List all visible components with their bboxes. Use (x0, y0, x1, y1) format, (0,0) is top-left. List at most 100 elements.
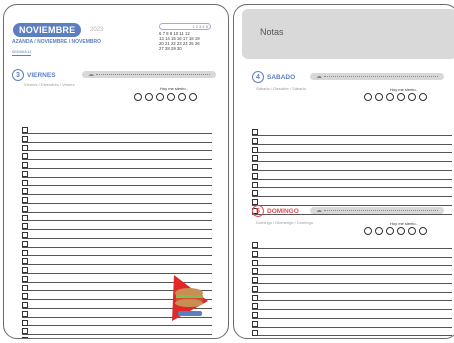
task-row[interactable] (22, 151, 212, 160)
task-checkbox[interactable] (22, 258, 28, 265)
task-row[interactable] (22, 169, 212, 178)
task-row[interactable] (252, 301, 452, 310)
weather-bar[interactable]: ☁ (310, 73, 444, 80)
task-checkbox[interactable] (22, 275, 28, 282)
task-checkbox[interactable] (22, 293, 28, 300)
task-row[interactable] (22, 221, 212, 230)
mood-happy-icon[interactable] (156, 93, 164, 101)
task-checkbox[interactable] (252, 320, 258, 327)
task-checkbox[interactable] (22, 197, 28, 203)
mood-worried-icon[interactable] (408, 227, 416, 235)
mood-worried-icon[interactable] (178, 93, 186, 101)
task-checkbox[interactable] (252, 129, 258, 135)
mood-angry-icon[interactable] (419, 93, 427, 101)
task-checkbox[interactable] (252, 137, 258, 144)
mood-neutral-icon[interactable] (397, 227, 405, 235)
task-row[interactable] (22, 204, 212, 213)
weather-bar[interactable]: ☁ (82, 71, 216, 78)
task-checkbox[interactable] (22, 240, 28, 247)
task-checkbox[interactable] (22, 328, 28, 335)
task-checkbox[interactable] (22, 162, 28, 168)
task-row[interactable] (252, 319, 452, 328)
task-checkbox[interactable] (22, 205, 28, 212)
task-checkbox[interactable] (252, 294, 258, 301)
task-checkbox[interactable] (252, 172, 258, 179)
task-row[interactable] (252, 275, 452, 284)
task-row[interactable] (22, 178, 212, 187)
task-row[interactable] (252, 249, 452, 258)
mood-neutral-icon[interactable] (397, 93, 405, 101)
task-row[interactable] (22, 230, 212, 239)
task-row[interactable] (22, 239, 212, 248)
mood-angry-icon[interactable] (189, 93, 197, 101)
mood-worried-icon[interactable] (408, 93, 416, 101)
task-row[interactable] (22, 213, 212, 222)
task-checkbox[interactable] (22, 232, 28, 238)
task-checkbox[interactable] (252, 268, 258, 275)
mood-cool-icon[interactable] (145, 93, 153, 101)
task-row[interactable] (252, 258, 452, 267)
task-row[interactable] (252, 162, 452, 171)
weather-bar[interactable]: ☁ (310, 207, 444, 214)
mood-angry-icon[interactable] (419, 227, 427, 235)
task-checkbox[interactable] (252, 277, 258, 283)
task-checkbox[interactable] (22, 153, 28, 160)
mood-happy-icon[interactable] (386, 227, 394, 235)
task-row[interactable] (22, 335, 212, 338)
task-checkbox[interactable] (22, 249, 28, 256)
mood-cool-icon[interactable] (364, 93, 372, 101)
mood-happy-icon[interactable] (386, 93, 394, 101)
mood-cool-icon[interactable] (364, 227, 372, 235)
task-row[interactable] (22, 125, 212, 134)
mood-selector[interactable] (134, 93, 197, 101)
task-row[interactable] (252, 266, 452, 275)
task-row[interactable] (22, 248, 212, 257)
task-checkbox[interactable] (252, 164, 258, 170)
task-checkbox[interactable] (22, 319, 28, 326)
task-row[interactable] (22, 143, 212, 152)
task-checkbox[interactable] (252, 181, 258, 188)
task-row[interactable] (252, 127, 452, 136)
task-row[interactable] (252, 310, 452, 319)
mood-neutral-icon[interactable] (167, 93, 175, 101)
task-row[interactable] (22, 265, 212, 274)
task-checkbox[interactable] (252, 303, 258, 310)
task-checkbox[interactable] (22, 144, 28, 151)
task-checkbox[interactable] (22, 135, 28, 142)
task-checkbox[interactable] (22, 337, 28, 338)
task-row[interactable] (22, 195, 212, 204)
task-row[interactable] (22, 186, 212, 195)
task-checkbox[interactable] (252, 329, 258, 336)
task-row[interactable] (22, 326, 212, 335)
task-checkbox[interactable] (252, 155, 258, 162)
task-checkbox[interactable] (22, 267, 28, 273)
mood-selector[interactable] (364, 93, 427, 101)
task-row[interactable] (252, 328, 452, 337)
task-row[interactable] (252, 145, 452, 154)
task-checkbox[interactable] (252, 285, 258, 292)
task-row[interactable] (252, 284, 452, 293)
mood-cool-icon[interactable] (134, 93, 142, 101)
task-checkbox[interactable] (22, 170, 28, 177)
task-row[interactable] (252, 171, 452, 180)
task-row[interactable] (252, 188, 452, 197)
task-checkbox[interactable] (22, 302, 28, 308)
task-row[interactable] (252, 180, 452, 189)
task-checkbox[interactable] (252, 259, 258, 266)
task-checkbox[interactable] (252, 242, 258, 248)
task-checkbox[interactable] (22, 214, 28, 221)
task-checkbox[interactable] (252, 190, 258, 197)
task-row[interactable] (252, 240, 452, 249)
task-row[interactable] (22, 256, 212, 265)
mood-selector[interactable] (364, 227, 427, 235)
mood-cool-icon[interactable] (375, 227, 383, 235)
task-checkbox[interactable] (22, 179, 28, 186)
task-checkbox[interactable] (252, 250, 258, 257)
task-checkbox[interactable] (22, 127, 28, 133)
task-row[interactable] (22, 160, 212, 169)
task-row[interactable] (252, 293, 452, 302)
task-row[interactable] (252, 153, 452, 162)
task-checkbox[interactable] (22, 188, 28, 195)
task-checkbox[interactable] (22, 310, 28, 317)
task-row[interactable] (22, 134, 212, 143)
